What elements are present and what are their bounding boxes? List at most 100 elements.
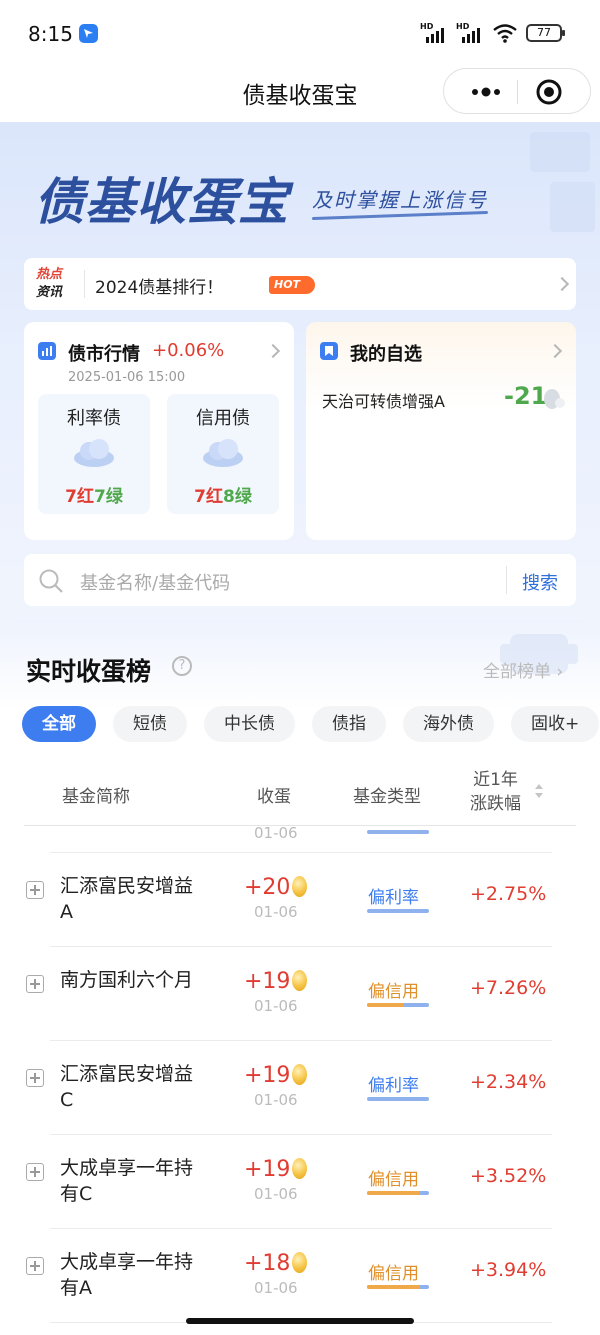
slogan: 及时掌握上涨信号 <box>312 188 488 212</box>
all-rankings-link[interactable]: 全部榜单 › <box>483 657 563 682</box>
status-time: 8:15 <box>28 22 73 46</box>
tab-mid-long-bond[interactable]: 中长债 <box>204 706 295 742</box>
rate-bond-label: 利率债 <box>67 408 121 429</box>
green-count: 8绿 <box>223 487 252 507</box>
bar-chart-icon <box>38 342 56 360</box>
tab-short-bond[interactable]: 短债 <box>113 706 187 742</box>
rate-bond-count: 7红7绿 <box>38 482 150 507</box>
green-count: 7绿 <box>94 487 123 507</box>
one-year-change: +7.26% <box>470 977 547 999</box>
fund-name[interactable]: 南方国利六个月 <box>60 967 200 993</box>
egg-icon <box>292 1064 308 1085</box>
table-row[interactable]: 大成卓享一年持有C +19 01-06 偏信用 +3.52% <box>0 1135 600 1229</box>
capsule-divider <box>517 80 518 104</box>
wifi-icon <box>493 24 517 43</box>
search-icon <box>39 569 63 593</box>
add-favorite-icon[interactable] <box>26 1163 44 1181</box>
table-row[interactable]: 南方国利六个月 +19 01-06 偏信用 +7.26% <box>0 947 600 1041</box>
type-ratio-bar <box>367 1003 429 1007</box>
category-tabs: 全部 短债 中长债 债指 海外债 固收+ <box>22 706 600 742</box>
type-ratio-bar <box>367 1191 429 1195</box>
add-favorite-icon[interactable] <box>26 1069 44 1087</box>
cloud-icon <box>74 439 114 467</box>
ranking-title: 实时收蛋榜 <box>26 657 152 686</box>
close-miniprogram-icon[interactable] <box>536 79 562 105</box>
col-change-line1: 近1年 <box>473 770 518 790</box>
col-fund-name: 基金简称 <box>62 787 130 807</box>
credit-share-fill <box>367 1191 420 1195</box>
status-bar: 8:15 HD HD 77 <box>0 0 600 66</box>
news-tag-top: 热点 <box>36 267 63 282</box>
news-tag: 热点 资讯 <box>36 266 76 302</box>
signal-icon: HD <box>456 22 484 43</box>
credit-bond-count: 7红8绿 <box>167 482 279 507</box>
type-ratio-bar <box>367 1285 429 1289</box>
fund-name[interactable]: 汇添富民安增益A <box>60 873 200 925</box>
tab-overseas-bond[interactable]: 海外债 <box>403 706 494 742</box>
partial-type-bar <box>367 830 429 834</box>
rate-bond-box[interactable]: 利率债 7红7绿 <box>38 394 150 514</box>
fund-name[interactable]: 大成卓享一年持有C <box>60 1155 200 1207</box>
egg-date: 01-06 <box>254 1279 298 1297</box>
miniprogram-capsule <box>443 68 591 114</box>
ranking-panel: 实时收蛋榜 ? 全部榜单 › 全部 短债 中长债 债指 海外债 固收+ 基金简称 收蛋 基… <box>0 620 600 1335</box>
decorative-blocks <box>520 122 600 242</box>
help-icon[interactable]: ? <box>172 656 192 676</box>
credit-bond-box[interactable]: 信用债 7红8绿 <box>167 394 279 514</box>
tab-all[interactable]: 全部 <box>22 706 96 742</box>
egg-date: 01-06 <box>254 1091 298 1109</box>
egg-score: +19 <box>244 1157 308 1182</box>
favorites-title: 我的自选 <box>350 344 422 365</box>
col-fund-type: 基金类型 <box>353 787 421 807</box>
credit-share-fill <box>367 1285 420 1289</box>
fund-name[interactable]: 大成卓享一年持有A <box>60 1249 200 1301</box>
egg-score: +19 <box>244 969 308 994</box>
partial-row-date: 01-06 <box>254 824 298 842</box>
col-change[interactable]: 近1年涨跌幅 <box>470 768 521 816</box>
red-count: 7红 <box>194 487 223 507</box>
search-input[interactable]: 基金名称/基金代码 <box>80 569 230 595</box>
chevron-right-icon <box>554 276 570 292</box>
news-tag-bottom: 资讯 <box>36 285 63 300</box>
bookmark-icon <box>320 342 338 360</box>
location-app-icon <box>79 24 98 43</box>
egg-date: 01-06 <box>254 997 298 1015</box>
fund-name[interactable]: 汇添富民安增益C <box>60 1061 200 1113</box>
type-ratio-bar <box>367 909 429 913</box>
news-headline[interactable]: 2024债基排行！ <box>95 273 223 298</box>
col-change-line2: 涨跌幅 <box>470 794 521 814</box>
egg-icon <box>292 1252 308 1273</box>
signal-icon: HD <box>420 22 448 43</box>
table-row[interactable]: 大成卓享一年持有A +18 01-06 偏信用 +3.94% <box>0 1229 600 1323</box>
tab-bond-index[interactable]: 债指 <box>312 706 386 742</box>
search-bar[interactable]: 基金名称/基金代码 搜索 <box>24 554 576 606</box>
col-egg: 收蛋 <box>257 787 291 807</box>
egg-icon <box>292 876 308 897</box>
add-favorite-icon[interactable] <box>26 975 44 993</box>
search-button[interactable]: 搜索 <box>522 569 558 595</box>
red-count: 7红 <box>65 487 94 507</box>
table-row[interactable]: 汇添富民安增益A +20 01-06 偏利率 +2.75% <box>0 853 600 947</box>
table-row[interactable]: 汇添富民安增益C +19 01-06 偏利率 +2.34% <box>0 1041 600 1135</box>
favorites-card[interactable]: 我的自选 天治可转债增强A -21 <box>306 322 576 540</box>
egg-score-value: +18 <box>244 1251 291 1276</box>
egg-icon <box>292 970 308 991</box>
more-icon[interactable] <box>462 79 516 105</box>
fund-type: 偏信用 <box>368 1170 419 1190</box>
cloud-icon <box>203 439 243 467</box>
favorite-fund-name[interactable]: 天治可转债增强A <box>322 388 445 412</box>
bond-market-card[interactable]: 债市行情 +0.06% 2025-01-06 15:00 利率债 7红7绿 信用… <box>24 322 294 540</box>
divider <box>506 566 507 594</box>
add-favorite-icon[interactable] <box>26 881 44 899</box>
fund-type: 偏利率 <box>368 1076 419 1096</box>
one-year-change: +3.52% <box>470 1165 547 1187</box>
sort-icon[interactable] <box>534 782 544 800</box>
tab-fixed-income-plus[interactable]: 固收+ <box>511 706 600 742</box>
hero-section: 债基收蛋宝 及时掌握上涨信号 热点 资讯 2024债基排行！ HOT 债市行情 … <box>0 122 600 642</box>
chevron-right-icon <box>547 343 563 359</box>
brand-logo-text: 债基收蛋宝 <box>34 173 289 231</box>
add-favorite-icon[interactable] <box>26 1257 44 1275</box>
news-banner[interactable]: 热点 资讯 2024债基排行！ HOT <box>24 258 576 310</box>
one-year-change: +2.34% <box>470 1071 547 1093</box>
credit-bond-label: 信用债 <box>196 408 250 429</box>
